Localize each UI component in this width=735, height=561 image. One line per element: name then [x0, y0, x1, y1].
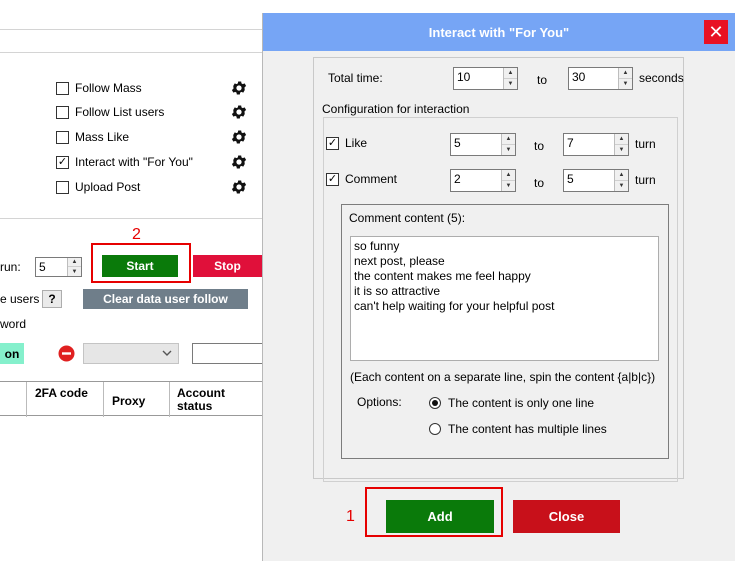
content-hint: (Each content on a separate line, spin t…	[350, 370, 656, 384]
start-button[interactable]: Start	[102, 255, 178, 277]
option-follow-list-users[interactable]: Follow List users	[56, 104, 164, 120]
like-option[interactable]: ✓ Like	[326, 136, 367, 150]
total-time-label: Total time:	[328, 71, 383, 85]
comment-line: it is so attractive	[354, 284, 441, 298]
close-icon[interactable]: ✕	[704, 20, 728, 44]
spinner-arrows[interactable]: ▲ ▼	[614, 170, 628, 191]
option-mass-like[interactable]: Mass Like	[56, 129, 129, 145]
run-label: run:	[0, 260, 21, 274]
to-label: to	[534, 139, 545, 153]
spinner-value: 7	[567, 136, 574, 150]
checkbox-interact-for-you[interactable]: ✓	[56, 155, 69, 169]
step-1-marker: 1	[346, 508, 355, 525]
to-label: to	[537, 73, 548, 87]
close-button[interactable]: Close	[513, 500, 620, 533]
option-label: Upload Post	[75, 180, 141, 194]
comment-content-label: Comment content (5):	[349, 211, 466, 225]
divider	[0, 52, 262, 53]
chevron-down-icon	[162, 350, 172, 356]
option-follow-mass[interactable]: Follow Mass	[56, 80, 142, 96]
profile-select[interactable]	[83, 343, 179, 364]
gear-icon[interactable]	[230, 79, 248, 97]
spinner-value: 10	[457, 70, 471, 84]
password-label: word	[0, 317, 27, 331]
to-label: to	[534, 176, 545, 190]
spinner-value: 5	[39, 260, 46, 274]
gear-icon[interactable]	[230, 178, 248, 196]
column-proxy[interactable]: Proxy	[112, 394, 145, 408]
comment-line: the content makes me feel happy	[354, 269, 531, 283]
option-upload-post[interactable]: Upload Post	[56, 179, 140, 195]
comment-option[interactable]: ✓ Comment	[326, 172, 397, 186]
divider	[0, 218, 262, 219]
spinner-value: 30	[572, 70, 586, 84]
comment-label: Comment	[345, 172, 398, 186]
checkbox-follow-list-users[interactable]	[56, 105, 69, 119]
like-from-spinner[interactable]: 5 ▲ ▼	[450, 133, 516, 156]
text-input[interactable]	[192, 343, 262, 364]
spinner-arrows[interactable]: ▲ ▼	[501, 170, 515, 191]
comment-from-spinner[interactable]: 2 ▲ ▼	[450, 169, 516, 192]
accounts-table-header: 2FA code Proxy Account status	[0, 381, 262, 417]
dialog-title: Interact with "For You"	[428, 24, 570, 40]
total-time-from-spinner[interactable]: 10 ▲ ▼	[453, 67, 518, 90]
like-to-spinner[interactable]: 7 ▲ ▼	[563, 133, 629, 156]
spinner-arrows[interactable]: ▲ ▼	[67, 258, 81, 276]
spinner-arrows[interactable]: ▲ ▼	[618, 68, 632, 89]
spinner-arrows[interactable]: ▲ ▼	[503, 68, 517, 89]
comment-to-spinner[interactable]: 5 ▲ ▼	[563, 169, 629, 192]
stop-button[interactable]: Stop	[193, 255, 262, 277]
clear-data-button[interactable]: Clear data user follow	[83, 289, 248, 309]
help-button[interactable]: ?	[42, 290, 62, 308]
option-label: Follow List users	[75, 105, 165, 119]
turn-label: turn	[635, 137, 656, 151]
comment-content-textarea[interactable]: so funny next post, please the content m…	[350, 236, 659, 361]
spinner-value: 2	[454, 172, 461, 186]
step-2-marker: 2	[132, 226, 141, 243]
checkbox-upload-post[interactable]	[56, 180, 69, 194]
comment-line: can't help waiting for your helpful post	[354, 299, 555, 313]
gear-icon[interactable]	[230, 103, 248, 121]
spinner-arrows[interactable]: ▲ ▼	[614, 134, 628, 155]
remove-icon[interactable]	[58, 345, 75, 362]
like-label: Like	[345, 136, 368, 150]
threads-spinner[interactable]: 5 ▲ ▼	[35, 257, 82, 277]
comment-line: next post, please	[354, 254, 445, 268]
configuration-legend: Configuration for interaction	[319, 102, 473, 116]
options-label: Options:	[357, 395, 402, 409]
comment-checkbox[interactable]: ✓	[326, 172, 339, 186]
comment-line: so funny	[354, 239, 400, 253]
option-multiple-lines[interactable]: The content has multiple lines	[429, 422, 607, 436]
gear-icon[interactable]	[230, 153, 248, 171]
spinner-value: 5	[567, 172, 574, 186]
seconds-label: seconds	[639, 71, 684, 85]
column-account-status[interactable]: Account status	[177, 387, 247, 413]
option-label: Follow Mass	[75, 81, 142, 95]
option-interact-for-you[interactable]: ✓ Interact with "For You"	[56, 154, 193, 170]
radio-multiple-lines[interactable]	[429, 423, 441, 435]
option-label: Mass Like	[75, 130, 130, 144]
option-one-line-label: The content is only one line	[448, 396, 595, 410]
interact-for-you-dialog: Interact with "For You" ✕ Total time: 10…	[262, 13, 735, 561]
add-button[interactable]: Add	[386, 500, 494, 533]
option-label: Interact with "For You"	[75, 155, 193, 169]
column-2fa-code[interactable]: 2FA code	[35, 387, 90, 400]
toggle-on-button[interactable]: on	[0, 343, 24, 364]
option-multi-line-label: The content has multiple lines	[448, 422, 607, 436]
checkbox-follow-mass[interactable]	[56, 81, 69, 95]
checkbox-mass-like[interactable]	[56, 130, 69, 144]
like-checkbox[interactable]: ✓	[326, 136, 339, 150]
divider	[0, 29, 262, 30]
users-label: e users	[0, 292, 40, 306]
turn-label: turn	[635, 173, 656, 187]
spinner-value: 5	[454, 136, 461, 150]
radio-one-line[interactable]	[429, 397, 441, 409]
option-one-line[interactable]: The content is only one line	[429, 396, 594, 410]
gear-icon[interactable]	[230, 128, 248, 146]
dialog-title-bar: Interact with "For You"	[263, 13, 735, 51]
total-time-to-spinner[interactable]: 30 ▲ ▼	[568, 67, 633, 90]
spinner-arrows[interactable]: ▲ ▼	[501, 134, 515, 155]
